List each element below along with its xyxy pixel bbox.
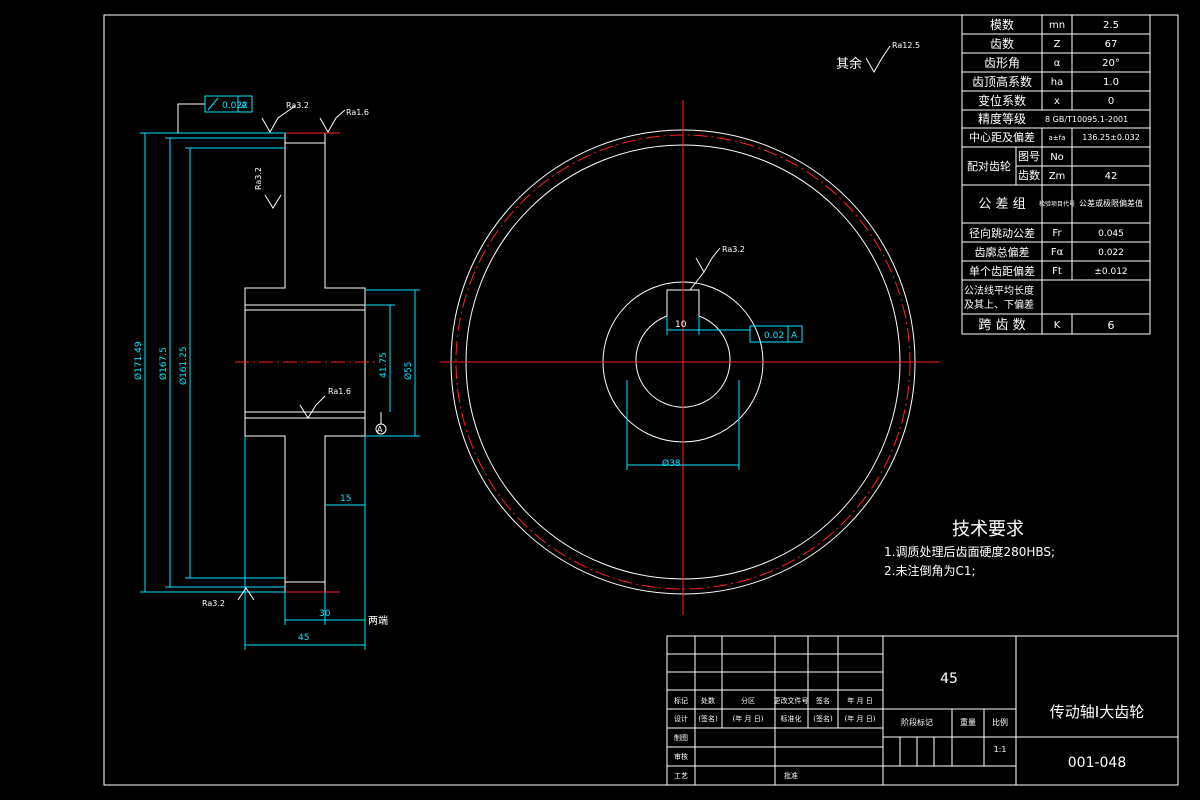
tol-name: 单个齿距偏差 bbox=[969, 264, 1035, 278]
tol-name: 径向跳动公差 bbox=[969, 226, 1035, 240]
center-label: 中心距及偏差 bbox=[969, 130, 1035, 144]
tb-cell: (年 月 日) bbox=[845, 714, 876, 723]
tb-cell: 审核 bbox=[674, 752, 688, 761]
scale-value: 1:1 bbox=[994, 745, 1007, 754]
tb-cell: 标准化 bbox=[781, 714, 802, 723]
other-surfaces-label: 其余 bbox=[836, 56, 862, 72]
tb-cell: 制图 bbox=[674, 733, 688, 742]
precision-value: 8 GB/T10095.1-2001 bbox=[1045, 115, 1128, 124]
tb-cell: 批准 bbox=[784, 771, 798, 780]
part-name: 传动轴Ⅰ大齿轮 bbox=[1050, 703, 1144, 721]
ra-bottom: Ra3.2 bbox=[202, 599, 225, 608]
tb-cell: 签名 bbox=[816, 696, 830, 705]
dim-tip-dia: Ø171.49 bbox=[133, 341, 144, 380]
tol-sym: Fr bbox=[1052, 228, 1062, 239]
tb-cell: 分区 bbox=[741, 696, 755, 705]
mate-teeth-value: 42 bbox=[1105, 171, 1118, 182]
param-name: 模数 bbox=[990, 17, 1014, 32]
text-layer: Ø171.49 Ø167.5 Ø161.25 Ø55 41.75 15 30 4… bbox=[133, 17, 1144, 780]
tb-cell: 设计 bbox=[674, 714, 688, 723]
dim-root-dia: Ø161.25 bbox=[178, 346, 189, 385]
common-normal-label-1: 公法线平均长度 bbox=[964, 284, 1034, 297]
param-sym: α bbox=[1054, 58, 1061, 69]
param-sym: x bbox=[1054, 96, 1060, 107]
ra-top-right: Ra1.6 bbox=[346, 108, 369, 117]
dim-key-depth: 41.75 bbox=[379, 352, 389, 378]
mate-drawing-sym: No bbox=[1050, 152, 1064, 163]
tb-cell: 标记 bbox=[674, 696, 688, 705]
dim-pitch-dia: Ø167.5 bbox=[158, 347, 169, 380]
stage-label: 阶段标记 bbox=[901, 717, 933, 727]
param-sym: ha bbox=[1051, 77, 1063, 88]
tol-sym: Fα bbox=[1051, 247, 1064, 258]
tb-cell: (签名) bbox=[698, 714, 718, 723]
tol-value-label: 公差或极限偏差值 bbox=[1079, 198, 1143, 208]
tech-req-title: 技术要求 bbox=[952, 519, 1024, 540]
material: 45 bbox=[940, 671, 958, 687]
span-label: 跨 齿 数 bbox=[978, 318, 1025, 333]
tb-cell: 更改文件号 bbox=[774, 696, 809, 705]
tol-group-label: 公 差 组 bbox=[978, 197, 1025, 212]
runout-datum: A bbox=[241, 101, 248, 111]
title-block: 45 传动轴Ⅰ大齿轮 001-048 1:1 阶段标记 重量 比例 标记 处数 … bbox=[674, 671, 1144, 780]
tol-name: 齿廓总偏差 bbox=[975, 245, 1030, 259]
tol-val: 0.022 bbox=[1098, 248, 1124, 258]
scale-label: 比例 bbox=[992, 717, 1008, 727]
dim-hub-dia: Ø55 bbox=[403, 361, 414, 380]
tol-item-label: 检验项目代号 bbox=[1039, 200, 1075, 208]
dim-bore: Ø38 bbox=[662, 458, 681, 469]
dim-key-width: 10 bbox=[675, 320, 687, 330]
param-table: 模数 mn 2.5 齿数 Z 67 齿形角 α 20° 齿顶高系数 ha 1.0… bbox=[964, 17, 1143, 333]
param-name: 齿顶高系数 bbox=[972, 74, 1032, 89]
ra-top-left: Ra3.2 bbox=[286, 101, 309, 110]
tb-cell: 工艺 bbox=[674, 772, 688, 780]
datum-label: A bbox=[377, 425, 383, 434]
tol-val: 0.045 bbox=[1098, 229, 1124, 239]
ra-side: Ra3.2 bbox=[254, 167, 263, 190]
param-name: 齿数 bbox=[990, 36, 1014, 51]
mate-teeth-sym: Zm bbox=[1049, 171, 1066, 182]
dim-web: 15 bbox=[340, 494, 351, 504]
param-val: 0 bbox=[1108, 96, 1114, 107]
param-sym: mn bbox=[1049, 20, 1065, 31]
tb-cell: (签名) bbox=[813, 714, 833, 723]
ra-keyway: Ra3.2 bbox=[722, 245, 745, 254]
ra-bore: Ra1.6 bbox=[328, 387, 351, 396]
common-normal-label-2: 及其上、下偏差 bbox=[964, 298, 1034, 311]
center-value: 136.25±0.032 bbox=[1082, 133, 1140, 142]
param-val: 20° bbox=[1102, 58, 1120, 69]
tech-req-item-1: 1.调质处理后齿面硬度280HBS; bbox=[884, 544, 1055, 559]
both-ends-label: 两端 bbox=[368, 614, 388, 627]
span-sym: K bbox=[1054, 320, 1061, 331]
mate-teeth-label: 齿数 bbox=[1018, 169, 1040, 182]
drawing-number: 001-048 bbox=[1068, 755, 1127, 771]
dim-hub-len: 45 bbox=[298, 633, 309, 643]
tol-val: ±0.012 bbox=[1094, 267, 1127, 277]
tb-cell: (年 月 日) bbox=[733, 714, 764, 723]
weight-label: 重量 bbox=[960, 717, 976, 727]
param-val: 67 bbox=[1105, 39, 1118, 50]
tb-cell: 年 月 日 bbox=[847, 696, 872, 705]
mate-label: 配对齿轮 bbox=[967, 159, 1011, 173]
param-val: 2.5 bbox=[1103, 20, 1119, 31]
ra-other: Ra12.5 bbox=[892, 41, 920, 50]
param-val: 1.0 bbox=[1103, 77, 1119, 88]
symmetry-tolerance: 0.02 bbox=[764, 331, 784, 341]
tb-cell: 处数 bbox=[701, 696, 715, 705]
param-name: 变位系数 bbox=[978, 93, 1026, 108]
param-sym: Z bbox=[1054, 39, 1061, 50]
precision-label: 精度等级 bbox=[978, 111, 1026, 126]
dim-face-width: 30 bbox=[319, 609, 331, 619]
tech-req-item-2: 2.未注倒角为C1; bbox=[884, 563, 976, 578]
mate-drawing-label: 图号 bbox=[1018, 150, 1040, 163]
symmetry-datum: A bbox=[791, 331, 798, 341]
center-sym: a±fa bbox=[1049, 134, 1066, 142]
span-value: 6 bbox=[1108, 319, 1115, 332]
param-name: 齿形角 bbox=[984, 56, 1020, 70]
tol-sym: Ft bbox=[1052, 266, 1062, 277]
